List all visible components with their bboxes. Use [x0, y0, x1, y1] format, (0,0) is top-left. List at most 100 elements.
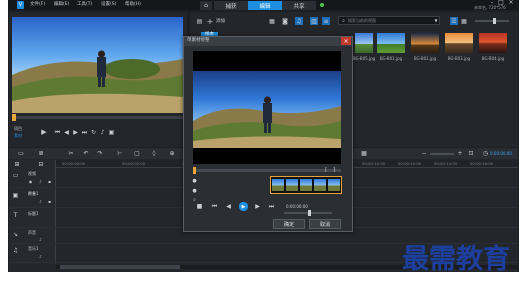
thumbnail-1[interactable] — [377, 33, 405, 53]
filter-photo-icon[interactable]: ◙ — [281, 17, 289, 25]
dialog-close-button[interactable]: × — [341, 37, 351, 45]
ruler-label-6: 00:00:12:00 — [398, 161, 422, 166]
cancel-button[interactable]: 取消 — [309, 219, 341, 229]
track-mute-icon[interactable]: ♪ — [38, 237, 43, 242]
record-icon[interactable]: ▢ — [133, 150, 141, 157]
thumbnail-label-5: BG-B05.jpg — [352, 56, 376, 61]
track-lock-icon[interactable]: ▪ — [47, 199, 52, 204]
filter-audio-icon[interactable]: ♫ — [295, 17, 303, 25]
dialog-play-icon[interactable]: ▶ — [239, 202, 248, 211]
add-label[interactable]: 添加 — [216, 19, 225, 25]
mark-out-button[interactable]: ] — [333, 167, 335, 174]
sort-icon[interactable]: ≡ — [322, 17, 330, 25]
minimize-icon[interactable]: – — [488, 0, 496, 6]
watermark-text: 最需教育 — [402, 244, 510, 275]
menu-item-settings[interactable]: 设置(S) — [101, 2, 116, 8]
timeline-scroll-thumb[interactable] — [60, 265, 180, 269]
end-icon[interactable]: ⏭ — [81, 129, 88, 136]
dialog-prev-icon[interactable]: ◀ — [225, 203, 232, 210]
maximize-icon[interactable]: □ — [497, 0, 505, 6]
trim-start-handle[interactable] — [193, 167, 196, 174]
thumbnail-2[interactable] — [411, 33, 439, 53]
home-icon[interactable]: ⌂ — [200, 1, 212, 10]
thumb-size-slider[interactable] — [475, 20, 509, 22]
filter-video-icon[interactable]: ▦ — [268, 17, 276, 25]
ripple-icon[interactable]: ⊟ — [38, 161, 44, 168]
dialog-zoom-icon[interactable]: ⌕ — [192, 197, 197, 203]
redo-icon[interactable]: ↷ — [96, 150, 104, 157]
timeline-timecode[interactable]: 0:00:00:00 — [490, 151, 512, 157]
timeline-view-icon[interactable]: ≣ — [37, 150, 45, 157]
mixer-icon[interactable]: ◊ — [150, 150, 158, 157]
dialog-filmstrip[interactable] — [270, 176, 342, 194]
view-icon[interactable]: ▥ — [310, 17, 318, 25]
mode-clip[interactable]: 素材 — [14, 133, 22, 139]
media-folder-icon[interactable]: ▤ — [195, 17, 204, 25]
player-scrubber[interactable] — [12, 116, 183, 119]
thumbnail-4[interactable] — [479, 33, 507, 53]
close-icon[interactable]: × — [507, 0, 515, 6]
filmstrip-frame — [286, 179, 298, 191]
dialog-option-icon[interactable]: ● — [192, 188, 197, 194]
scrubber-handle[interactable] — [12, 114, 16, 121]
menu-item-tools[interactable]: 工具(T) — [77, 2, 92, 8]
menu-item-edit[interactable]: 编辑(E) — [54, 2, 69, 8]
track-mute-icon[interactable]: ♪ — [38, 199, 43, 204]
dialog-preview-image — [193, 51, 341, 164]
track-lock-icon[interactable]: ▪ — [47, 179, 52, 184]
tab-share[interactable]: 共享 — [282, 1, 316, 10]
dialog-start-icon[interactable]: ⏮ — [211, 203, 218, 210]
add-track-icon[interactable]: ⊞ — [14, 161, 20, 168]
track-mute-icon[interactable]: ♪ — [38, 254, 43, 259]
repeat-icon[interactable]: ↻ — [90, 129, 97, 136]
track-name-title: 标题1 — [28, 211, 39, 216]
ok-button[interactable]: 确定 — [273, 219, 305, 229]
zoom-out-icon[interactable]: − — [420, 150, 428, 157]
overlay-track-icon: ▣ — [12, 191, 19, 199]
mode-project[interactable]: 项目 — [14, 126, 22, 132]
track-name-music: 音乐1 — [28, 246, 39, 251]
thumbnail-3[interactable] — [445, 33, 473, 53]
zoom-in-icon[interactable]: + — [456, 150, 464, 157]
next-frame-icon[interactable]: ▶ — [72, 129, 79, 136]
list-view-icon[interactable]: ☰ — [450, 17, 458, 25]
dialog-trim-bar[interactable] — [193, 169, 341, 172]
voice-track-icon: ↘ — [12, 230, 19, 238]
play-icon[interactable]: ▶ — [40, 128, 48, 136]
menu-item-file[interactable]: 文件(F) — [30, 2, 45, 8]
dialog-next-icon[interactable]: ▶ — [254, 203, 261, 210]
subtitle-icon[interactable]: ▦ — [360, 150, 368, 157]
thumbnail-5[interactable] — [355, 33, 373, 53]
dialog-end-icon[interactable]: ⏭ — [268, 203, 275, 210]
volume-icon[interactable]: ♪ — [99, 129, 106, 136]
storyboard-view-icon[interactable]: ▭ — [17, 150, 25, 157]
thumb-size-handle[interactable] — [493, 18, 496, 24]
add-icon[interactable]: + — [206, 17, 214, 26]
tab-capture[interactable]: 捕获 — [214, 1, 248, 10]
tab-edit[interactable]: 编辑 — [248, 1, 282, 10]
zoom-slider[interactable] — [430, 153, 454, 155]
cut-icon[interactable]: ✂ — [67, 150, 75, 157]
start-icon[interactable]: ⏮ — [54, 129, 61, 136]
dialog-preview — [193, 51, 341, 164]
search-input[interactable]: ⌕ 搜索当前的视图 — [338, 16, 440, 25]
snapshot-icon[interactable]: ▣ — [108, 129, 115, 136]
ruler-label-7: 00:00:14:00 — [434, 161, 458, 166]
dialog-stop-icon[interactable]: ■ — [196, 203, 203, 210]
track-mute-icon[interactable]: ♪ — [38, 179, 43, 184]
prev-frame-icon[interactable]: ◀ — [63, 129, 70, 136]
track-visibility-icon[interactable]: ◉ — [28, 179, 33, 184]
grid-view-icon[interactable]: ▦ — [460, 17, 468, 25]
dialog-timecode[interactable]: 0:00:00:00 — [286, 204, 308, 210]
undo-icon[interactable]: ↶ — [82, 150, 90, 157]
motion-icon[interactable]: ⊕ — [168, 150, 176, 157]
mark-in-button[interactable]: [ — [325, 167, 327, 174]
dropdown-icon[interactable]: ▼ — [433, 17, 439, 24]
split-icon[interactable]: ⊢ — [116, 150, 124, 157]
help-dot-icon[interactable] — [320, 3, 324, 7]
menu-item-help[interactable]: 帮助(H) — [125, 2, 141, 8]
track-name-overlay: 覆叠1 — [28, 191, 39, 196]
dialog-option-icon[interactable]: ● — [192, 178, 197, 184]
dialog-speed-handle[interactable] — [308, 210, 311, 216]
fit-icon[interactable]: ⊡ — [467, 150, 475, 157]
